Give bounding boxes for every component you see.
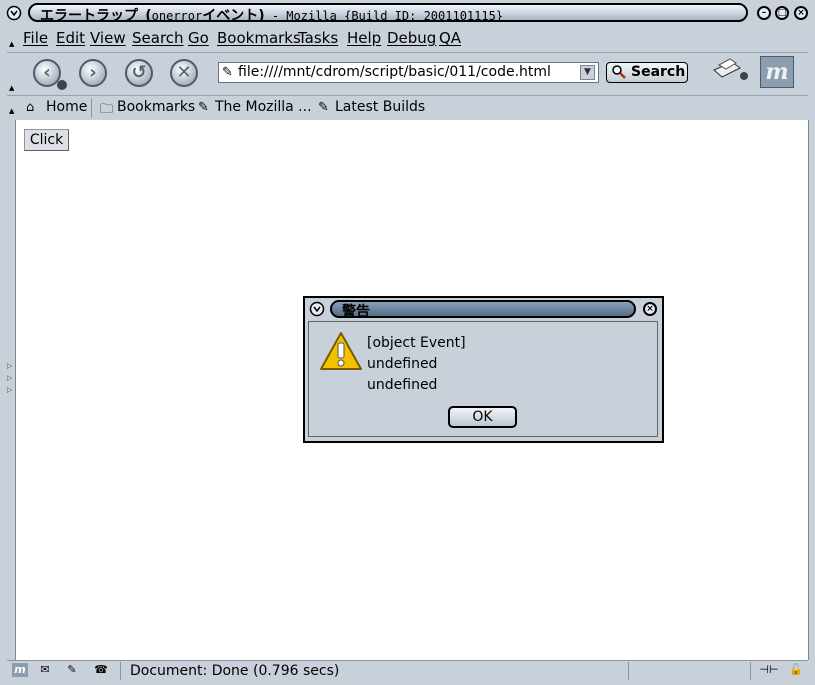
dialog-title: 警告 xyxy=(342,304,370,320)
personal-mozilla-link[interactable]: The Mozilla ... xyxy=(215,99,312,115)
reload-button[interactable]: ↺ xyxy=(125,59,153,87)
menu-help[interactable]: Help xyxy=(347,29,381,47)
title-onerror: onerror xyxy=(151,9,203,23)
title-paren-close: ) xyxy=(258,8,265,24)
url-dropdown-button[interactable]: ▼ xyxy=(580,65,595,80)
menu-bookmarks[interactable]: Bookmarks xyxy=(217,29,301,47)
toolbar-divider xyxy=(7,52,808,53)
dialog-message-line: undefined xyxy=(367,356,438,372)
page-proxy-icon[interactable]: ✎ xyxy=(222,65,233,80)
search-icon xyxy=(611,64,627,84)
dialog-message-line: undefined xyxy=(367,377,438,393)
click-button[interactable]: Click xyxy=(24,129,69,151)
menu-qa[interactable]: QA xyxy=(439,29,461,47)
grippy-icon[interactable]: ▲ xyxy=(9,40,14,48)
menu-tasks[interactable]: Tasks xyxy=(298,29,338,47)
minimize-button[interactable]: – xyxy=(757,6,771,20)
title-suffix: - Mozilla {Build ID: 2001101115} xyxy=(271,9,504,23)
back-dropdown-icon[interactable] xyxy=(57,80,67,90)
separator xyxy=(91,98,92,118)
search-label: Search xyxy=(631,64,686,80)
window-title: エラートラップ (onerrorイベント) - Mozilla {Build I… xyxy=(40,5,503,25)
grippy-icon[interactable]: ▲ xyxy=(9,107,14,115)
title-event: イベント xyxy=(202,8,259,24)
mozilla-logo-icon[interactable]: m xyxy=(760,56,794,88)
home-icon: ⌂ xyxy=(26,100,35,115)
dialog-close-button[interactable]: × xyxy=(643,302,657,316)
personal-latest-builds-link[interactable]: Latest Builds xyxy=(335,99,425,115)
separator xyxy=(120,662,121,680)
separator xyxy=(628,662,629,680)
bookmark-icon: ✎ xyxy=(318,100,329,115)
print-icon[interactable] xyxy=(710,56,750,84)
security-lock-icon[interactable]: 🔓 xyxy=(788,663,804,677)
status-text: Document: Done (0.796 secs) xyxy=(130,663,340,679)
personal-home-button[interactable]: Home xyxy=(46,99,87,115)
dialog-message-line: [object Event] xyxy=(367,335,466,351)
address-book-icon[interactable]: ☎ xyxy=(93,663,109,677)
bookmark-icon: ✎ xyxy=(198,100,209,115)
separator xyxy=(750,662,751,680)
menu-view[interactable]: View xyxy=(90,29,126,47)
sidebar-splitter[interactable]: ▷ ▷ ▷ xyxy=(7,360,13,420)
url-text: file:////mnt/cdrom/script/basic/011/code… xyxy=(238,64,551,80)
title-jp: エラートラップ xyxy=(40,8,138,24)
stop-button[interactable]: ✕ xyxy=(170,59,198,87)
personal-bookmarks-button[interactable]: Bookmarks xyxy=(117,99,195,115)
toolbar-divider xyxy=(7,95,808,96)
warning-icon xyxy=(319,331,363,371)
folder-icon: 🗀 xyxy=(100,102,114,117)
dialog-menu-icon[interactable] xyxy=(309,301,325,317)
online-status-icon[interactable]: ⊣⊢ xyxy=(757,663,781,677)
navigator-icon[interactable]: m xyxy=(12,663,28,677)
menu-debug[interactable]: Debug xyxy=(387,29,436,47)
maximize-button[interactable]: □ xyxy=(775,6,789,20)
menu-search[interactable]: Search xyxy=(132,29,184,47)
mail-icon[interactable]: ✉ xyxy=(37,663,53,677)
dialog-title-pill xyxy=(330,300,636,318)
grippy-icon[interactable]: ▲ xyxy=(9,84,14,92)
composer-icon[interactable]: ✎ xyxy=(64,663,80,677)
ok-button[interactable]: OK xyxy=(448,406,517,428)
statusbar xyxy=(7,660,808,682)
forward-button[interactable]: › xyxy=(79,59,107,87)
menu-file[interactable]: File xyxy=(23,29,48,47)
menu-edit[interactable]: Edit xyxy=(56,29,85,47)
window-menu-icon[interactable] xyxy=(6,5,22,21)
menu-go[interactable]: Go xyxy=(188,29,209,47)
close-button[interactable]: × xyxy=(794,6,808,20)
